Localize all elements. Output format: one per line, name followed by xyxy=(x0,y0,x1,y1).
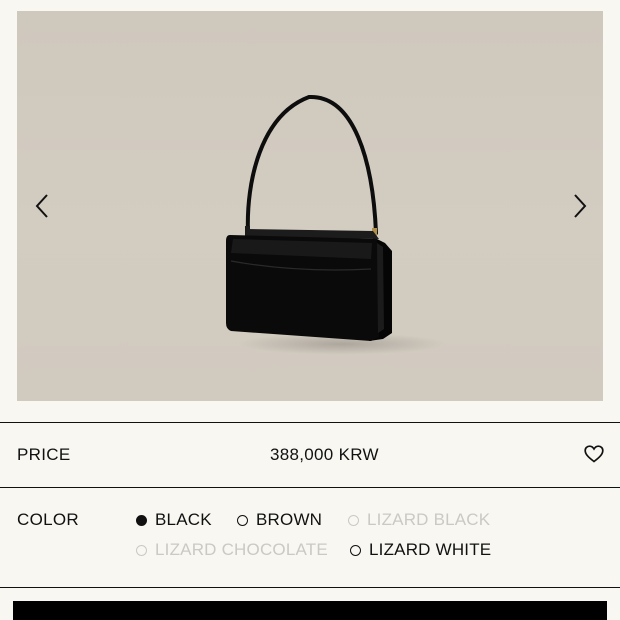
color-option-label: LIZARD BLACK xyxy=(367,510,491,529)
product-image-gallery[interactable] xyxy=(17,11,603,401)
color-option-lizard-chocolate: LIZARD CHOCOLATE xyxy=(136,540,328,560)
heart-icon xyxy=(584,445,604,463)
divider xyxy=(0,422,620,423)
add-to-cart-button[interactable] xyxy=(13,601,607,620)
divider xyxy=(0,587,620,588)
color-option-label: BROWN xyxy=(256,510,323,529)
radio-icon xyxy=(136,514,147,526)
next-image-button[interactable] xyxy=(565,191,595,221)
radio-icon xyxy=(237,514,248,526)
color-option-label: LIZARD CHOCOLATE xyxy=(155,540,328,559)
previous-image-button[interactable] xyxy=(27,191,57,221)
color-label: COLOR xyxy=(17,510,79,529)
color-option-lizard-black: LIZARD BLACK xyxy=(348,510,490,530)
color-option-black[interactable]: BLACK xyxy=(136,510,212,530)
color-option-lizard-white[interactable]: LIZARD WHITE xyxy=(350,540,491,560)
wishlist-button[interactable] xyxy=(584,445,604,463)
radio-icon xyxy=(348,514,359,526)
product-image xyxy=(226,94,392,341)
radio-icon xyxy=(350,544,361,556)
chevron-left-icon xyxy=(35,194,48,218)
chevron-right-icon xyxy=(574,194,587,218)
price-value: 388,000 KRW xyxy=(270,445,379,464)
divider xyxy=(0,487,620,488)
price-label: PRICE xyxy=(17,445,71,464)
color-option-label: LIZARD WHITE xyxy=(369,540,492,559)
radio-icon xyxy=(136,544,147,556)
color-option-brown[interactable]: BROWN xyxy=(237,510,322,530)
color-option-label: BLACK xyxy=(155,510,212,529)
